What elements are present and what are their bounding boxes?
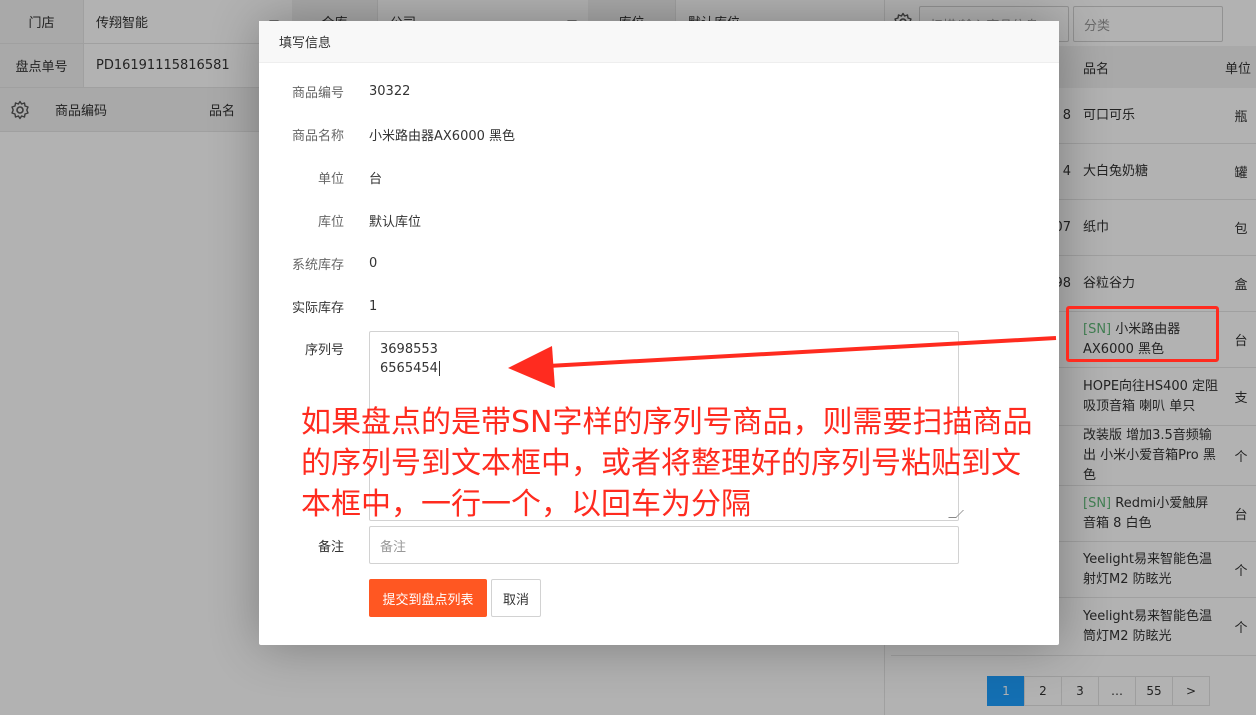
unit-value: 台 xyxy=(369,171,383,187)
dialog-title: 填写信息 xyxy=(259,21,1059,63)
unit-label: 单位 xyxy=(317,171,344,187)
name-label: 商品名称 xyxy=(291,128,344,144)
fill-info-dialog: 填写信息 商品编号 30322 商品名称 小米路由器AX6000 黑色 单位 台… xyxy=(259,21,1059,645)
system-stock-label: 系统库存 xyxy=(291,257,344,273)
code-value: 30322 xyxy=(369,83,411,99)
note-label: 备注 xyxy=(317,539,344,555)
system-stock-value: 0 xyxy=(369,255,378,271)
sn-highlight-box xyxy=(1066,306,1219,362)
location-label: 库位 xyxy=(317,214,344,230)
serial-line: 6565454 xyxy=(380,361,440,376)
actual-stock-label: 实际库存 xyxy=(291,300,344,316)
location-value: 默认库位 xyxy=(369,214,422,230)
actual-stock-value[interactable]: 1 xyxy=(369,299,377,314)
name-value: 小米路由器AX6000 黑色 xyxy=(369,128,516,144)
code-label: 商品编号 xyxy=(291,85,344,101)
submit-to-inventory-button[interactable]: 提交到盘点列表 xyxy=(369,579,487,617)
annotation-text: 如果盘点的是带SN字样的序列号商品，则需要扫描商品的序列号到文本框中，或者将整理… xyxy=(301,405,1033,522)
note-input[interactable]: 备注 xyxy=(369,526,959,564)
cancel-button[interactable]: 取消 xyxy=(491,579,541,617)
serial-label: 序列号 xyxy=(304,342,344,358)
serial-line: 3698553 xyxy=(380,342,438,357)
